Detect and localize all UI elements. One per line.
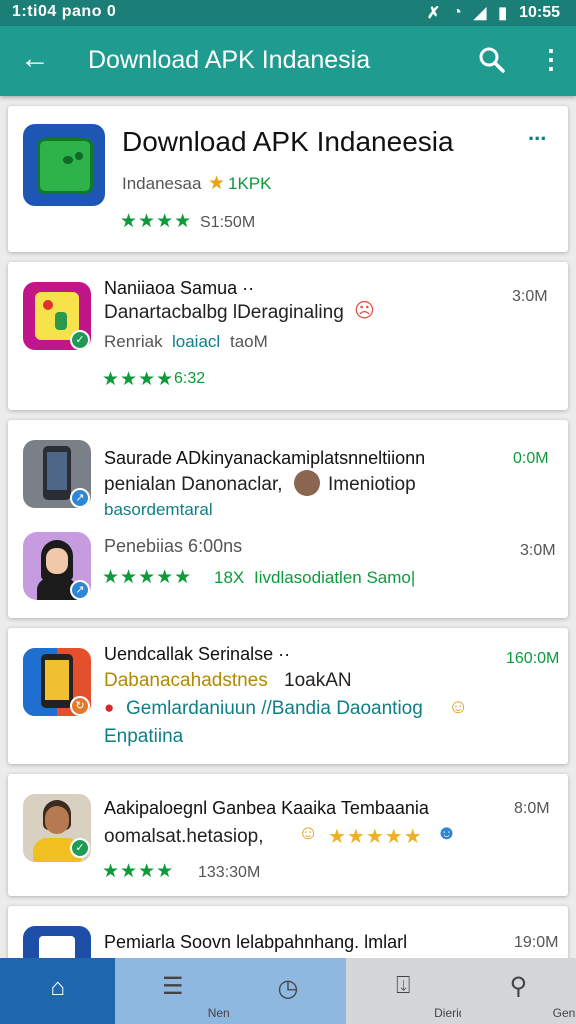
app-size: 3:0M (520, 542, 556, 559)
app-description-extra: Imeniotiop (328, 474, 416, 495)
emoji-icon: ☺ (448, 696, 469, 718)
nav-home[interactable]: ⌂ (0, 958, 116, 1024)
app-description: Danartacbalbg lDeraginaling (104, 302, 344, 323)
app-size: 0:0M (513, 450, 549, 467)
app-meta-2: Enpatiina (104, 726, 184, 747)
app-card[interactable]: ↗ Saurade ADkinyanackamiplatsnneltiionn … (8, 420, 568, 618)
status-time: 10:55 (519, 4, 560, 21)
header-size: S1:50M (200, 214, 256, 231)
status-left-text: 1:ti04 pano 0 (12, 3, 117, 20)
header-app-subtitle: Indanesaa (122, 174, 202, 193)
menu-icon: ☰ (162, 973, 184, 1000)
app-stars: ★★★★ (102, 369, 175, 390)
page-title: Download APK Indanesia (88, 46, 371, 74)
nav-menu[interactable]: ☰ Nenrans (115, 958, 253, 1024)
header-app-card[interactable]: Download APK Indaneesia ... Indanesaa ★ … (8, 106, 568, 252)
nav-updates[interactable]: ◷ (230, 958, 346, 1024)
app-meta: Gemlardaniuun //Bandia Daoantiog (126, 698, 423, 719)
app-size: 160:0M (506, 650, 560, 667)
app-size: 3:0M (512, 288, 548, 305)
app-meta: basordemtaral (104, 500, 213, 519)
app-size: 19:0M (514, 934, 559, 951)
app-description-extra: 1oakAN (284, 670, 352, 691)
overflow-menu-icon[interactable]: ⋮ (538, 42, 564, 76)
nav-downloads[interactable]: ⍗ Dierideins (345, 958, 487, 1024)
app-stars: ★★★★★ (102, 567, 193, 588)
bottom-navigation: ⌂ ☰ Nenrans ◷ ⍗ Dierideins ⚲ Genreen (0, 958, 576, 1024)
app-meta-a: Renriak (104, 332, 163, 351)
share-badge-icon: ↗ (70, 580, 90, 600)
avatar (294, 470, 320, 496)
home-icon: ⌂ (50, 974, 65, 1001)
app-name: Aakipaloegnl Ganbea Kaaika Tembaania (104, 798, 429, 818)
app-card[interactable]: ↻ Uendcallak Serinalse ·· 160:0M Dabanac… (8, 628, 568, 764)
clock-icon: ◷ (277, 975, 299, 1002)
header-more-icon[interactable]: ... (528, 120, 546, 146)
nav-settings[interactable]: ⚲ Genreen (460, 958, 576, 1024)
nav-settings-label: Genreen (552, 1006, 576, 1020)
app-rating: 6:32 (174, 370, 206, 387)
emoji-icon: ☹ (354, 300, 375, 322)
app-card[interactable]: ✓ Naniiaoa Samua ·· 3:0M Danartacbalbg l… (8, 262, 568, 410)
app-name: Naniiaoa Samua ·· (104, 278, 255, 298)
app-description: penialan Danonaclar, (104, 474, 283, 495)
header-stars: ★★★★ (120, 211, 193, 232)
update-badge-icon: ↻ (70, 696, 90, 716)
app-meta: 133:30M (198, 864, 261, 881)
status-bar: 1:ti04 pano 0 ✗ ◔ ◢ ▮ 10:55 (0, 0, 576, 26)
app-name: Pemiarla Soovn lelabpahnhang. lmlarl (104, 932, 408, 952)
download-icon: ⍗ (396, 972, 411, 999)
header-app-title: Download APK Indaneesia (122, 126, 454, 157)
app-description: Dabanacahadstnes (104, 670, 268, 691)
app-icon-apk (23, 124, 105, 206)
app-meta-c: taoM (230, 332, 268, 351)
emoji-icon: ☺ (298, 822, 319, 844)
app-rating: 18X (214, 568, 245, 587)
app-stars: ★★★★ (102, 861, 175, 882)
pin-icon: ⚲ (509, 973, 528, 1000)
emoji-icon: ☻ (436, 822, 458, 844)
app-card[interactable]: ✓ Aakipaloegnl Ganbea Kaaika Tembaania 8… (8, 774, 568, 896)
wifi-icon: ◔ (452, 4, 462, 21)
share-badge-icon: ↗ (70, 488, 90, 508)
app-card[interactable]: Pemiarla Soovn lelabpahnhang. lmlarl 19:… (8, 906, 568, 966)
rating-stars-gold: ★★★★★ (328, 826, 423, 848)
app-name: Saurade ADkinyanackamiplatsnneltiionn (104, 448, 426, 468)
vibrate-icon: ✗ (426, 5, 441, 22)
star-icon: ★ (208, 173, 226, 194)
app-description: oomalsat.hetasiop, (104, 826, 264, 847)
app-bar: ← Download APK Indanesia ⋮ (0, 26, 576, 96)
location-icon: ● (104, 698, 115, 717)
header-rating-tag: 1KPK (228, 174, 272, 193)
app-size: 8:0M (514, 800, 550, 817)
battery-icon: ▮ (498, 5, 508, 22)
search-icon[interactable] (478, 46, 506, 74)
app-meta-b: loaiacl (172, 332, 221, 351)
app-meta: Iivdlasodiatlen Samo| (254, 568, 416, 587)
app-name: Penebiias 6:00ns (104, 536, 243, 556)
update-badge-icon: ✓ (70, 330, 90, 350)
signal-icon: ◢ (473, 5, 487, 22)
app-name: Uendcallak Serinalse ·· (104, 644, 291, 664)
check-badge-icon: ✓ (70, 838, 90, 858)
back-arrow-icon[interactable]: ← (20, 42, 50, 76)
